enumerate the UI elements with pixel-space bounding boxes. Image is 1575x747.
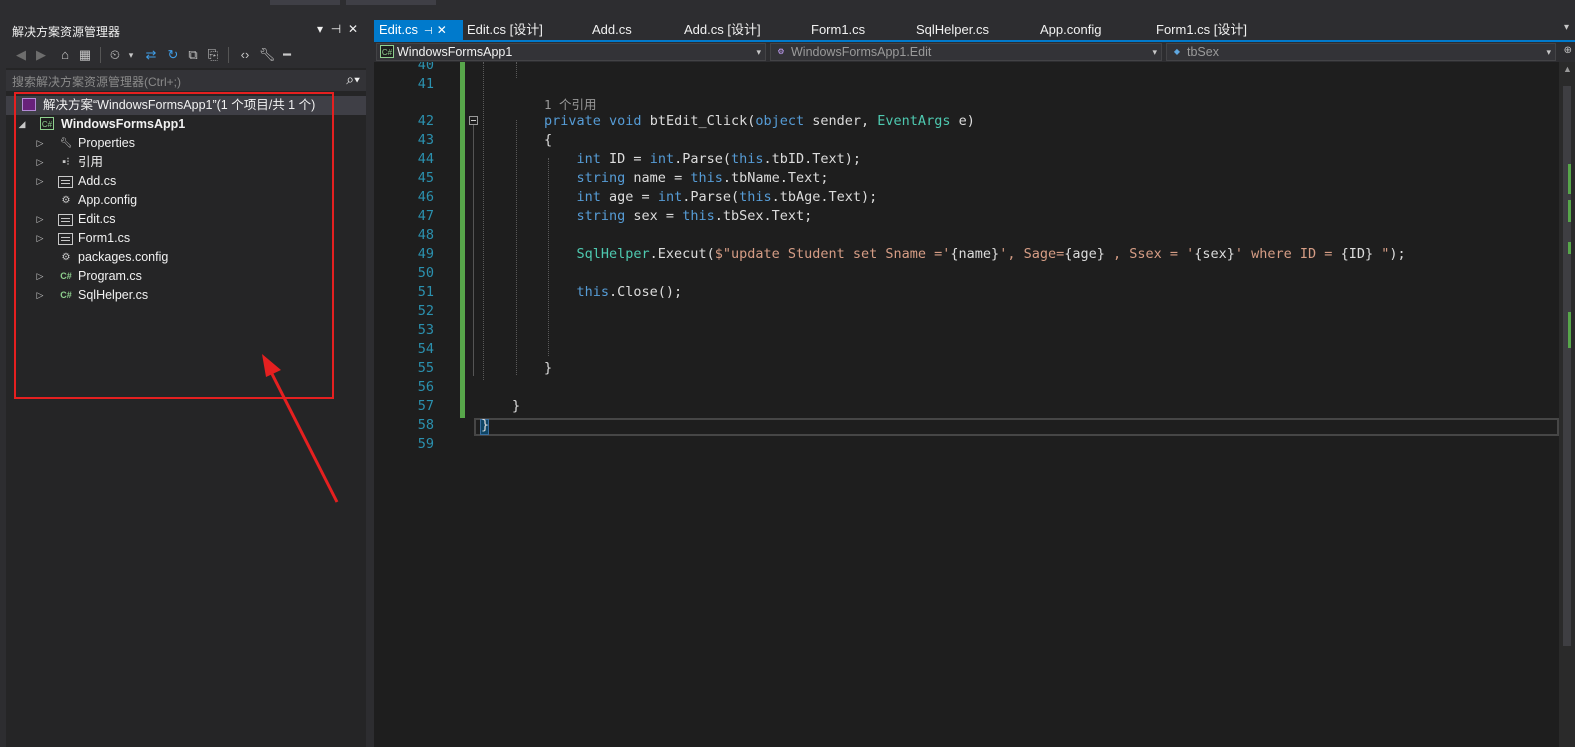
annotation-arrow-head bbox=[262, 354, 281, 377]
annotation-arrow bbox=[262, 354, 339, 503]
annotation-arrow-shaft bbox=[266, 365, 339, 503]
